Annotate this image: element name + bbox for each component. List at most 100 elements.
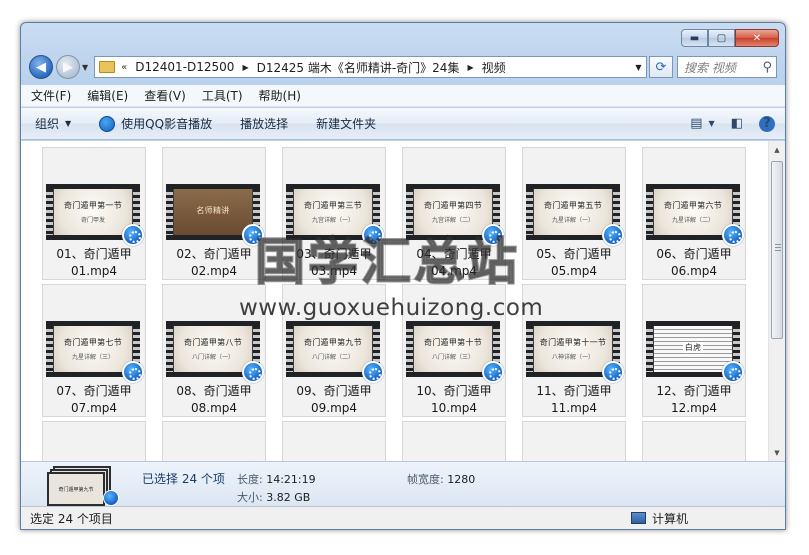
thumbnail-frame: 白虎 <box>654 326 732 372</box>
new-folder-button[interactable]: 新建文件夹 <box>316 115 376 132</box>
computer-icon <box>631 512 646 524</box>
scrollbar-thumb[interactable] <box>771 161 783 339</box>
thumbnail-subtitle: 八神详解（一） <box>551 354 594 361</box>
qq-player-icon <box>722 361 744 383</box>
forward-button[interactable]: ▶ <box>56 55 80 79</box>
length-field: 长度: 14:21:19 <box>237 471 316 487</box>
thumbnail-title: 奇门遁甲第三节 <box>303 201 363 210</box>
play-with-qq-button[interactable]: 使用QQ影音播放 <box>99 115 212 132</box>
frame-width-value: 1280 <box>447 473 476 486</box>
file-name: 06、奇门遁甲 06.mp4 <box>643 246 745 280</box>
play-selection-button[interactable]: 播放选择 <box>240 115 288 132</box>
file-name-line2: 10.mp4 <box>430 401 478 415</box>
file-tile[interactable]: 名师精讲 02、奇门遁甲 02.mp4 <box>162 147 266 280</box>
search-icon[interactable]: ⚲ <box>762 60 772 75</box>
file-tile[interactable] <box>162 421 266 461</box>
thumbnail-title: 名师精讲 <box>196 205 230 215</box>
help-icon[interactable]: ? <box>759 115 775 132</box>
file-name: 02、奇门遁甲 02.mp4 <box>163 246 265 280</box>
back-button[interactable]: ◀ <box>29 55 53 79</box>
breadcrumb-separator-icon[interactable]: ▶ <box>467 63 473 72</box>
frame-width-field: 帧宽度: 1280 <box>407 471 475 487</box>
file-name-line2: 02.mp4 <box>190 264 238 278</box>
length-value: 14:21:19 <box>266 473 316 486</box>
organize-button[interactable]: 组织 ▼ <box>35 115 71 132</box>
size-value: 3.82 GB <box>266 491 311 504</box>
file-tile[interactable]: 奇门遁甲第六节 九星详解（二） 06、奇门遁甲 06.mp4 <box>642 147 746 280</box>
navigation-row: ◀ ▶ ▼ « D12401-D12500 ▶ D12425 端木《名师精讲-奇… <box>29 53 777 81</box>
file-name-line1: 10、奇门遁甲 <box>416 384 492 398</box>
qq-player-icon <box>99 115 116 132</box>
maximize-button[interactable]: ▢ <box>708 29 735 47</box>
play-with-qq-label: 使用QQ影音播放 <box>121 117 213 131</box>
command-bar: 组织 ▼ 使用QQ影音播放 播放选择 新建文件夹 ▤ ▼ ◧ ? <box>21 108 785 140</box>
status-selection-text: 选定 24 个项目 <box>30 511 113 526</box>
minimize-button[interactable]: ▬ <box>681 29 708 47</box>
address-bar[interactable]: « D12401-D12500 ▶ D12425 端木《名师精讲-奇门》24集 … <box>94 56 647 78</box>
stack-card: 奇门遁甲第九节 <box>47 472 105 506</box>
grip-icon <box>775 244 781 252</box>
menu-help[interactable]: 帮助(H) <box>259 87 301 104</box>
play-selection-label: 播放选择 <box>240 117 289 131</box>
thumbnail-frame: 奇门遁甲第九节 八门详解（二） <box>294 326 372 372</box>
file-name: 07、奇门遁甲 07.mp4 <box>43 383 145 417</box>
file-tile[interactable] <box>282 421 386 461</box>
thumbnail-subtitle: 九星详解（三） <box>71 354 114 361</box>
watermark-title: 国学汇总站 <box>254 232 520 292</box>
close-button[interactable]: ✕ <box>735 29 779 47</box>
qq-player-icon <box>602 361 624 383</box>
file-tile[interactable]: 奇门遁甲第一节 奇门甲发 01、奇门遁甲 01.mp4 <box>42 147 146 280</box>
scroll-up-icon[interactable]: ▲ <box>769 141 785 158</box>
file-name-line1: 09、奇门遁甲 <box>296 384 372 398</box>
thumbnail-subtitle: 奇门甲发 <box>80 217 105 224</box>
view-options-dropdown-icon[interactable]: ▼ <box>709 119 715 128</box>
thumbnail-frame: 奇门遁甲第十节 八门详解（三） <box>414 326 492 372</box>
vertical-scrollbar[interactable]: ▲ ▼ <box>768 141 785 461</box>
status-bar: 选定 24 个项目 计算机 <box>21 506 785 529</box>
menu-view[interactable]: 查看(V) <box>144 87 186 104</box>
file-name: 05、奇门遁甲 05.mp4 <box>523 246 625 280</box>
search-input[interactable]: 搜索 视频 ⚲ <box>677 56 777 78</box>
thumbnail-title: 白虎 <box>682 341 704 353</box>
breadcrumb-overflow[interactable]: « <box>121 62 127 73</box>
file-tile[interactable] <box>522 421 626 461</box>
file-name-line2: 01.mp4 <box>70 264 118 278</box>
thumbnail-frame: 奇门遁甲第五节 九星详解（一） <box>534 189 612 235</box>
breadcrumb-item[interactable]: 视频 <box>482 59 506 76</box>
scroll-down-icon[interactable]: ▼ <box>769 444 785 461</box>
arrow-left-icon: ◀ <box>36 59 46 75</box>
breadcrumb-item[interactable]: D12425 端木《名师精讲-奇门》24集 <box>257 59 460 76</box>
status-location: 计算机 <box>631 510 688 527</box>
address-dropdown-icon[interactable]: ▼ <box>630 62 646 72</box>
file-name: 08、奇门遁甲 08.mp4 <box>163 383 265 417</box>
file-name: 10、奇门遁甲 10.mp4 <box>403 383 505 417</box>
thumbnail-title: 奇门遁甲第五节 <box>543 201 603 210</box>
breadcrumb-item[interactable]: D12401-D12500 <box>135 60 234 74</box>
thumbnail-frame: 奇门遁甲第一节 奇门甲发 <box>54 189 132 235</box>
file-tile[interactable] <box>642 421 746 461</box>
thumbnail-frame: 奇门遁甲第十一节 八神详解（一） <box>534 326 612 372</box>
menu-edit[interactable]: 编辑(E) <box>87 87 128 104</box>
menu-file[interactable]: 文件(F) <box>31 87 71 104</box>
thumbnail-subtitle: 九星详解（二） <box>671 217 714 224</box>
file-tile[interactable]: 白虎 12、奇门遁甲 12.mp4 <box>642 284 746 417</box>
file-name-line1: 12、奇门遁甲 <box>656 384 732 398</box>
chevron-down-icon: ▼ <box>65 119 72 128</box>
recent-pages-dropdown[interactable]: ▼ <box>82 63 88 72</box>
thumbnail-title: 奇门遁甲第十一节 <box>539 338 607 347</box>
file-tile[interactable]: 奇门遁甲第七节 九星详解（三） 07、奇门遁甲 07.mp4 <box>42 284 146 417</box>
file-tile[interactable] <box>42 421 146 461</box>
refresh-icon: ⟳ <box>655 59 667 75</box>
change-view-icon[interactable]: ▤ <box>690 116 702 131</box>
file-tile[interactable] <box>402 421 506 461</box>
thumbnail-title: 奇门遁甲第六节 <box>663 201 723 210</box>
breadcrumb-separator-icon[interactable]: ▶ <box>242 63 248 72</box>
folder-icon <box>99 61 116 73</box>
refresh-button[interactable]: ⟳ <box>649 56 673 78</box>
file-name-line1: 06、奇门遁甲 <box>656 247 732 261</box>
preview-pane-icon[interactable]: ◧ <box>731 116 743 131</box>
file-name: 12、奇门遁甲 12.mp4 <box>643 383 745 417</box>
file-tile[interactable]: 奇门遁甲第五节 九星详解（一） 05、奇门遁甲 05.mp4 <box>522 147 626 280</box>
thumbnail-title: 奇门遁甲第四节 <box>423 201 483 210</box>
menu-tools[interactable]: 工具(T) <box>202 87 243 104</box>
